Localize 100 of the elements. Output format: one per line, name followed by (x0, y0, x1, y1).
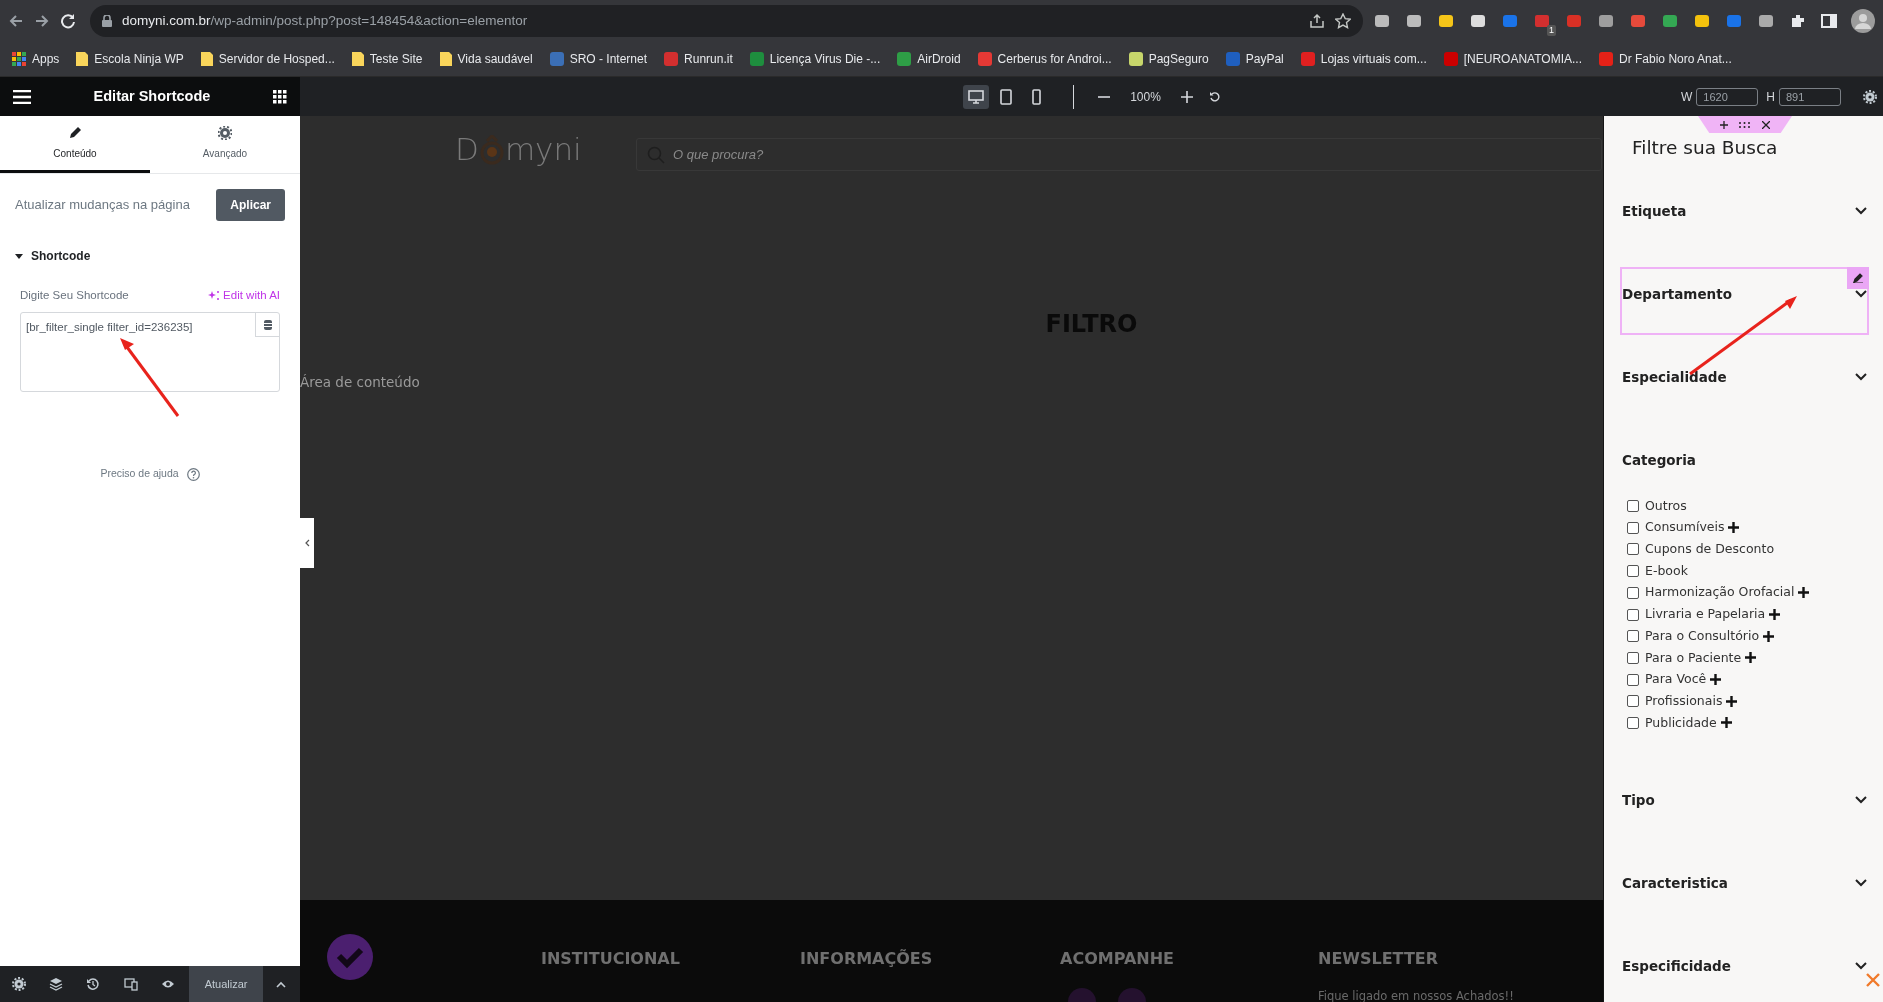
checkbox[interactable] (1627, 608, 1639, 621)
checkbox[interactable] (1627, 543, 1639, 556)
bookmark[interactable]: Servidor de Hosped... (200, 50, 335, 68)
filter-dropdown[interactable]: Especialidade (1622, 367, 1867, 388)
bookmark[interactable]: Cerberus for Androi... (977, 50, 1112, 68)
responsive-icon[interactable] (123, 977, 138, 991)
checkbox[interactable] (1627, 500, 1639, 513)
panel-tab[interactable]: Conteúdo (0, 116, 150, 173)
bookmark[interactable]: PagSeguro (1128, 50, 1209, 68)
shortcode-field[interactable]: [br_filter_single filter_id=236235] (20, 312, 280, 393)
height-field[interactable]: 891 (1779, 87, 1841, 106)
extension-icon[interactable] (1661, 12, 1679, 30)
gear-icon (218, 125, 232, 140)
filter-option[interactable]: Harmonização Orofacial (1622, 582, 1867, 604)
ai-link[interactable]: Edit with AI (208, 287, 280, 305)
bookmark[interactable]: AirDroid (897, 50, 961, 68)
extension-icon[interactable] (1469, 12, 1487, 30)
filter-option[interactable]: Publicidade (1622, 712, 1867, 734)
settings-icon[interactable] (11, 977, 26, 991)
zoom-in-icon[interactable] (1180, 90, 1193, 103)
apps-icon (12, 52, 26, 66)
filter-option[interactable]: Para o Consultório (1622, 625, 1867, 648)
apply-button[interactable]: Aplicar (216, 189, 285, 221)
extension-icon[interactable] (1373, 12, 1391, 30)
side-panel-icon[interactable] (1821, 13, 1837, 29)
chevron-down-icon (1855, 879, 1867, 888)
filter-dropdown[interactable]: Etiqueta (1622, 201, 1867, 222)
search-field[interactable]: O que procura? (636, 138, 1602, 171)
folder-icon (439, 52, 452, 66)
extension-icon[interactable] (1757, 12, 1775, 30)
back-icon[interactable] (8, 13, 24, 29)
filter-dropdown[interactable]: Departamento (1622, 284, 1867, 305)
filter-option[interactable]: Profissionais (1622, 690, 1867, 713)
checkbox[interactable] (1627, 630, 1639, 643)
checkbox[interactable] (1627, 673, 1639, 686)
add-icon (1719, 120, 1728, 129)
checkbox[interactable] (1627, 565, 1639, 578)
bookmark[interactable]: Lojas virtuais com... (1300, 50, 1427, 68)
panel-tab[interactable]: Avançado (150, 116, 300, 173)
close-icon[interactable] (1865, 972, 1881, 988)
help-icon (186, 467, 200, 481)
filter-option[interactable]: Cupons de Desconto (1622, 538, 1867, 561)
layers-icon[interactable] (48, 977, 63, 991)
caret-up-icon[interactable] (276, 980, 287, 988)
reload-icon[interactable] (60, 13, 76, 29)
bookmark[interactable]: Teste Site (351, 50, 423, 68)
history-icon[interactable] (86, 977, 101, 991)
desktop-icon (968, 88, 985, 105)
filter-option[interactable]: Outros (1622, 495, 1867, 517)
menu-icon[interactable] (13, 89, 31, 104)
avatar-icon[interactable] (1851, 9, 1875, 33)
filter-option[interactable]: Consumíveis (1622, 516, 1867, 539)
extension-icon[interactable] (1693, 12, 1711, 30)
settings-icon[interactable] (1863, 89, 1877, 104)
bookmark[interactable]: Apps (12, 50, 60, 68)
filter-option[interactable]: Livraria e Papelaria (1622, 603, 1867, 626)
checkbox[interactable] (1627, 651, 1639, 664)
extension-icon[interactable] (1597, 12, 1615, 30)
device-button[interactable] (963, 84, 990, 109)
filter-dropdown[interactable]: Tipo (1622, 790, 1867, 811)
bookmark[interactable]: Licença Virus Die -... (749, 50, 881, 68)
extensions-icon[interactable] (1789, 12, 1807, 30)
checkbox[interactable] (1627, 695, 1639, 708)
bookmark[interactable]: [NEUROANATOMIA... (1443, 50, 1583, 68)
filter-dropdown[interactable]: Caracteristica (1622, 873, 1867, 894)
share-icon[interactable] (1309, 13, 1325, 29)
bookmark[interactable]: Runrun.it (664, 50, 733, 68)
extension-icon[interactable] (1437, 12, 1455, 30)
filter-option[interactable]: Para o Paciente (1622, 647, 1867, 669)
bookmark[interactable]: Dr Fabio Noro Anat... (1599, 50, 1732, 68)
selected-widget-outline[interactable]: Departamento (1620, 267, 1869, 335)
dynamic-tags-button[interactable] (255, 313, 279, 338)
checkbox[interactable] (1627, 586, 1639, 599)
chevron-down-icon (1855, 207, 1867, 216)
width-field[interactable]: 1620 (1696, 87, 1759, 106)
update-button[interactable]: Atualizar (189, 966, 263, 1002)
footer-logo-icon (327, 934, 373, 980)
filter-option[interactable]: Para Você (1622, 668, 1867, 691)
bookmark[interactable]: PayPal (1225, 50, 1284, 68)
magnifier-drawing (478, 135, 505, 165)
extension-icon[interactable] (1405, 12, 1423, 30)
grid-icon[interactable] (273, 89, 287, 104)
height-label: H (1766, 88, 1775, 106)
checkbox[interactable] (1627, 521, 1639, 534)
database-icon (263, 319, 272, 330)
star-icon[interactable] (1335, 13, 1351, 29)
edit-widget-button[interactable] (1847, 267, 1869, 289)
reset-icon[interactable] (1208, 91, 1220, 102)
section-toggle[interactable]: Shortcode (15, 247, 285, 265)
bookmark[interactable]: Escola Ninja WP (76, 50, 184, 68)
checkbox[interactable] (1627, 716, 1639, 729)
address-bar[interactable]: domyni.com.br/wp-admin/post.php?post=148454&action=elementor (90, 5, 1363, 37)
bookmark[interactable]: SRO - Internet (549, 50, 648, 68)
bookmark[interactable]: Vida saudável (439, 50, 533, 68)
filter-option[interactable]: E-book (1622, 560, 1867, 582)
filter-dropdown[interactable]: Especificidade (1622, 956, 1867, 977)
help-link[interactable]: Preciso de ajuda (15, 466, 285, 482)
url-text[interactable]: domyni.com.br/wp-admin/post.php?post=148454&action=elementor (122, 10, 528, 32)
forward-icon[interactable] (34, 13, 50, 29)
width-label: W (1681, 88, 1693, 106)
